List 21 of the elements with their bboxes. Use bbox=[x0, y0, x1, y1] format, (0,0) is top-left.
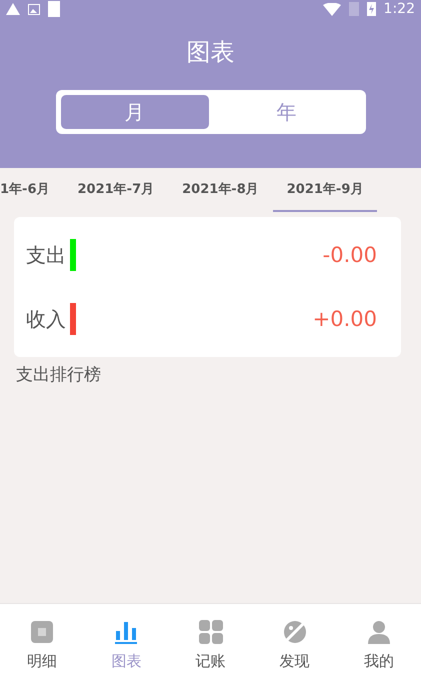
wifi-icon bbox=[322, 2, 341, 16]
month-tab[interactable]: 1年-6月 bbox=[0, 168, 64, 212]
warning-icon bbox=[6, 3, 20, 15]
summary-label: 收入 bbox=[26, 306, 66, 332]
no-sim-icon bbox=[348, 2, 359, 16]
nav-item[interactable]: 记账 bbox=[168, 604, 253, 690]
month-tab[interactable]: 2021年-9月 bbox=[272, 168, 378, 212]
summary-label: 支出 bbox=[26, 242, 66, 268]
grid-icon bbox=[196, 618, 224, 646]
month-tab[interactable]: 2021年-7月 bbox=[64, 168, 168, 212]
nav-item[interactable]: 我的 bbox=[336, 604, 421, 690]
image-icon bbox=[28, 4, 40, 14]
nav-item[interactable]: 发现 bbox=[252, 604, 337, 690]
sd-card-icon bbox=[48, 1, 60, 17]
month-tab[interactable]: 2021年-8月 bbox=[168, 168, 273, 212]
status-time: 1:22 bbox=[384, 1, 415, 17]
summary-amount: -0.00 bbox=[322, 243, 377, 267]
page-title: 图表 bbox=[186, 37, 234, 68]
section-title: 支出排行榜 bbox=[16, 364, 102, 386]
summary-amount: +0.00 bbox=[312, 307, 377, 331]
nav-item[interactable]: 明细 bbox=[0, 604, 84, 690]
